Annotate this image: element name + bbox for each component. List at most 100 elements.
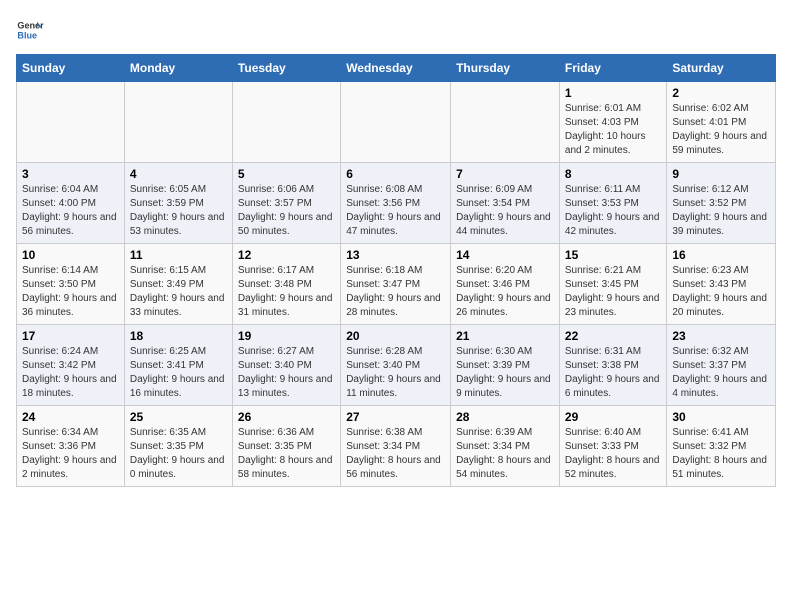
day-cell: 18 Sunrise: 6:25 AM Sunset: 3:41 PM Dayli… [124,325,232,406]
calendar-header: SundayMondayTuesdayWednesdayThursdayFrid… [17,55,776,82]
day-cell: 29 Sunrise: 6:40 AM Sunset: 3:33 PM Dayli… [559,406,666,487]
day-info: Sunrise: 6:23 AM Sunset: 3:43 PM Dayligh… [672,264,770,320]
day-number: 16 [672,248,770,262]
day-info: Sunrise: 6:25 AM Sunset: 3:41 PM Dayligh… [130,345,227,401]
day-info: Sunrise: 6:30 AM Sunset: 3:39 PM Dayligh… [456,345,554,401]
day-cell: 22 Sunrise: 6:31 AM Sunset: 3:38 PM Dayli… [559,325,666,406]
day-number: 21 [456,329,554,343]
day-info: Sunrise: 6:32 AM Sunset: 3:37 PM Dayligh… [672,345,770,401]
day-info: Sunrise: 6:34 AM Sunset: 3:36 PM Dayligh… [22,426,119,482]
day-info: Sunrise: 6:24 AM Sunset: 3:42 PM Dayligh… [22,345,119,401]
day-info: Sunrise: 6:17 AM Sunset: 3:48 PM Dayligh… [238,264,335,320]
day-number: 3 [22,167,119,181]
day-info: Sunrise: 6:09 AM Sunset: 3:54 PM Dayligh… [456,183,554,239]
calendar-body: 1Sunrise: 6:01 AM Sunset: 4:03 PM Daylig… [17,82,776,487]
day-number: 14 [456,248,554,262]
week-row-3: 10 Sunrise: 6:14 AM Sunset: 3:50 PM Dayli… [17,244,776,325]
day-cell: 8 Sunrise: 6:11 AM Sunset: 3:53 PM Daylig… [559,163,666,244]
header: General Blue [16,16,776,44]
day-cell: 20Sunrise: 6:28 AM Sunset: 3:40 PM Dayli… [341,325,451,406]
day-cell: 19Sunrise: 6:27 AM Sunset: 3:40 PM Dayli… [232,325,340,406]
day-number: 13 [346,248,445,262]
day-info: Sunrise: 6:12 AM Sunset: 3:52 PM Dayligh… [672,183,770,239]
day-cell: 15Sunrise: 6:21 AM Sunset: 3:45 PM Dayli… [559,244,666,325]
day-info: Sunrise: 6:31 AM Sunset: 3:38 PM Dayligh… [565,345,661,401]
day-cell: 26 Sunrise: 6:36 AM Sunset: 3:35 PM Dayli… [232,406,340,487]
day-info: Sunrise: 6:39 AM Sunset: 3:34 PM Dayligh… [456,426,554,482]
day-cell [17,82,125,163]
day-info: Sunrise: 6:15 AM Sunset: 3:49 PM Dayligh… [130,264,227,320]
day-info: Sunrise: 6:20 AM Sunset: 3:46 PM Dayligh… [456,264,554,320]
day-number: 8 [565,167,661,181]
day-number: 11 [130,248,227,262]
day-info: Sunrise: 6:11 AM Sunset: 3:53 PM Dayligh… [565,183,661,239]
day-cell: 2 Sunrise: 6:02 AM Sunset: 4:01 PM Daylig… [667,82,776,163]
week-row-2: 3 Sunrise: 6:04 AM Sunset: 4:00 PM Daylig… [17,163,776,244]
day-number: 29 [565,410,661,424]
day-info: Sunrise: 6:28 AM Sunset: 3:40 PM Dayligh… [346,345,445,401]
day-cell: 27 Sunrise: 6:38 AM Sunset: 3:34 PM Dayli… [341,406,451,487]
day-number: 24 [22,410,119,424]
svg-text:Blue: Blue [17,30,37,40]
day-cell: 5Sunrise: 6:06 AM Sunset: 3:57 PM Daylig… [232,163,340,244]
day-number: 22 [565,329,661,343]
day-number: 4 [130,167,227,181]
day-cell [341,82,451,163]
day-number: 2 [672,86,770,100]
day-number: 15 [565,248,661,262]
day-number: 18 [130,329,227,343]
day-number: 7 [456,167,554,181]
day-cell: 12 Sunrise: 6:17 AM Sunset: 3:48 PM Dayli… [232,244,340,325]
week-row-4: 17 Sunrise: 6:24 AM Sunset: 3:42 PM Dayli… [17,325,776,406]
day-cell [124,82,232,163]
day-cell: 7 Sunrise: 6:09 AM Sunset: 3:54 PM Daylig… [451,163,560,244]
day-number: 28 [456,410,554,424]
day-number: 10 [22,248,119,262]
day-cell: 23 Sunrise: 6:32 AM Sunset: 3:37 PM Dayli… [667,325,776,406]
day-info: Sunrise: 6:08 AM Sunset: 3:56 PM Dayligh… [346,183,445,239]
header-cell-saturday: Saturday [667,55,776,82]
day-number: 6 [346,167,445,181]
day-number: 26 [238,410,335,424]
day-info: Sunrise: 6:02 AM Sunset: 4:01 PM Dayligh… [672,102,770,158]
day-cell [451,82,560,163]
day-number: 23 [672,329,770,343]
day-info: Sunrise: 6:18 AM Sunset: 3:47 PM Dayligh… [346,264,445,320]
week-row-1: 1Sunrise: 6:01 AM Sunset: 4:03 PM Daylig… [17,82,776,163]
day-info: Sunrise: 6:14 AM Sunset: 3:50 PM Dayligh… [22,264,119,320]
day-cell: 10 Sunrise: 6:14 AM Sunset: 3:50 PM Dayli… [17,244,125,325]
header-cell-monday: Monday [124,55,232,82]
day-cell: 25Sunrise: 6:35 AM Sunset: 3:35 PM Dayli… [124,406,232,487]
week-row-5: 24 Sunrise: 6:34 AM Sunset: 3:36 PM Dayli… [17,406,776,487]
day-info: Sunrise: 6:06 AM Sunset: 3:57 PM Dayligh… [238,183,335,239]
day-info: Sunrise: 6:27 AM Sunset: 3:40 PM Dayligh… [238,345,335,401]
day-number: 17 [22,329,119,343]
day-info: Sunrise: 6:41 AM Sunset: 3:32 PM Dayligh… [672,426,770,482]
logo-icon: General Blue [16,16,44,44]
day-cell: 16 Sunrise: 6:23 AM Sunset: 3:43 PM Dayli… [667,244,776,325]
day-info: Sunrise: 6:36 AM Sunset: 3:35 PM Dayligh… [238,426,335,482]
day-number: 1 [565,86,661,100]
day-number: 30 [672,410,770,424]
day-number: 27 [346,410,445,424]
day-cell [232,82,340,163]
day-info: Sunrise: 6:40 AM Sunset: 3:33 PM Dayligh… [565,426,661,482]
day-cell: 21 Sunrise: 6:30 AM Sunset: 3:39 PM Dayli… [451,325,560,406]
calendar-table: SundayMondayTuesdayWednesdayThursdayFrid… [16,54,776,487]
day-cell: 13 Sunrise: 6:18 AM Sunset: 3:47 PM Dayli… [341,244,451,325]
day-cell: 14 Sunrise: 6:20 AM Sunset: 3:46 PM Dayli… [451,244,560,325]
day-number: 9 [672,167,770,181]
day-cell: 4 Sunrise: 6:05 AM Sunset: 3:59 PM Daylig… [124,163,232,244]
day-cell: 24 Sunrise: 6:34 AM Sunset: 3:36 PM Dayli… [17,406,125,487]
header-cell-friday: Friday [559,55,666,82]
day-info: Sunrise: 6:05 AM Sunset: 3:59 PM Dayligh… [130,183,227,239]
day-number: 25 [130,410,227,424]
day-cell: 6 Sunrise: 6:08 AM Sunset: 3:56 PM Daylig… [341,163,451,244]
day-info: Sunrise: 6:04 AM Sunset: 4:00 PM Dayligh… [22,183,119,239]
header-cell-wednesday: Wednesday [341,55,451,82]
day-number: 12 [238,248,335,262]
header-cell-sunday: Sunday [17,55,125,82]
day-info: Sunrise: 6:38 AM Sunset: 3:34 PM Dayligh… [346,426,445,482]
day-cell: 9 Sunrise: 6:12 AM Sunset: 3:52 PM Daylig… [667,163,776,244]
day-cell: 28 Sunrise: 6:39 AM Sunset: 3:34 PM Dayli… [451,406,560,487]
